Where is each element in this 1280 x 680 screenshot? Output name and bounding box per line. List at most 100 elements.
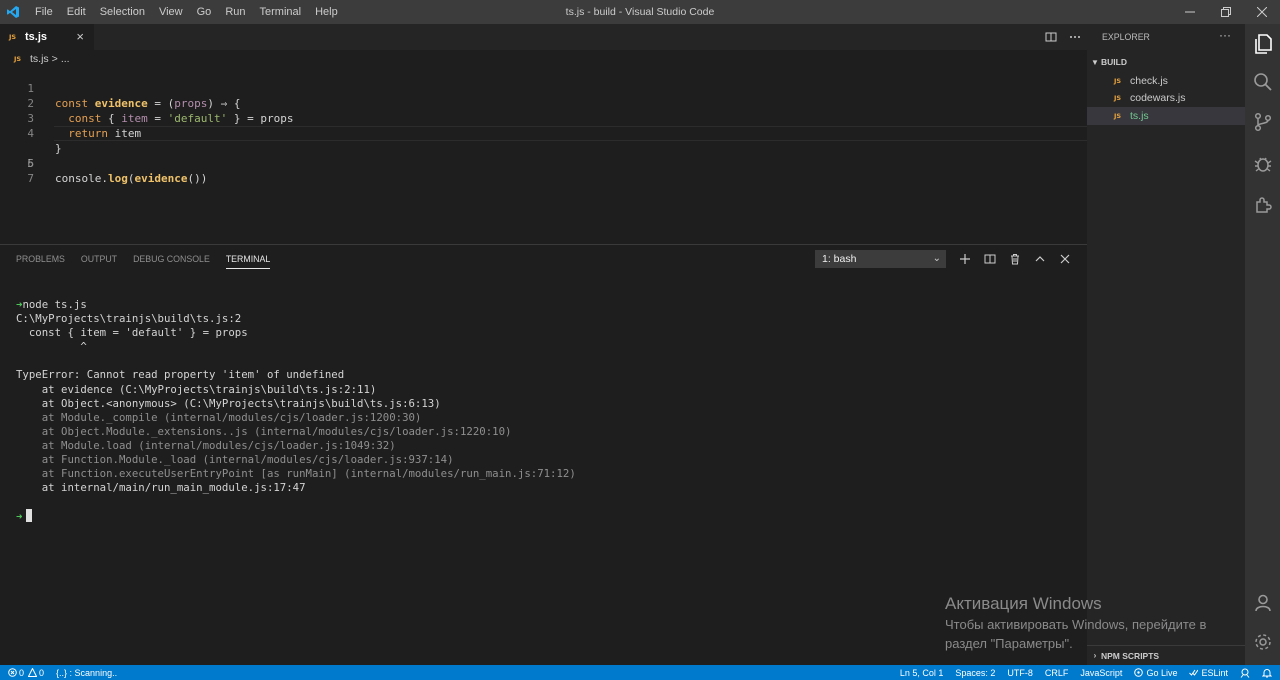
terminal-line: at Module.load (internal/modules/cjs/loa… bbox=[16, 438, 396, 452]
file-ts-js[interactable]: JS ts.js bbox=[1087, 107, 1245, 125]
manage-button[interactable] bbox=[1245, 624, 1280, 660]
files-icon bbox=[1254, 34, 1272, 54]
current-line-highlight bbox=[54, 126, 1087, 141]
close-panel-button[interactable] bbox=[1052, 250, 1077, 268]
split-terminal-icon bbox=[984, 254, 995, 264]
breadcrumb-symbols[interactable]: ... bbox=[61, 53, 70, 65]
terminal-line: at Object.<anonymous> (C:\MyProjects\tra… bbox=[16, 396, 441, 410]
terminal-line: at Object.Module._extensions..js (intern… bbox=[16, 424, 512, 438]
file-label: ts.js bbox=[1130, 109, 1149, 122]
tab-terminal[interactable]: TERMINAL bbox=[218, 245, 278, 273]
code-line: 7 bbox=[0, 156, 1087, 185]
split-editor-button[interactable] bbox=[1039, 24, 1063, 50]
broadcast-icon bbox=[1134, 668, 1144, 677]
folder-build[interactable]: ▼ BUILD bbox=[1087, 52, 1245, 72]
tab-close-icon[interactable]: × bbox=[76, 29, 84, 44]
maximize-panel-button[interactable] bbox=[1027, 250, 1052, 268]
menu-file[interactable]: File bbox=[28, 0, 60, 24]
more-icon bbox=[1070, 36, 1080, 38]
minimize-button[interactable] bbox=[1172, 0, 1208, 24]
file-label: check.js bbox=[1130, 74, 1168, 87]
terminal-line: C:\MyProjects\trainjs\build\ts.js:2 bbox=[16, 312, 242, 326]
terminal-line: const { item = 'default' } = props bbox=[16, 326, 248, 340]
close-window-button[interactable] bbox=[1244, 0, 1280, 24]
window-controls bbox=[1172, 0, 1280, 24]
title-bar: File Edit Selection View Go Run Terminal… bbox=[0, 0, 1280, 24]
file-check-js[interactable]: JS check.js bbox=[1087, 72, 1245, 90]
menu-view[interactable]: View bbox=[152, 0, 190, 24]
minimize-icon bbox=[1185, 11, 1195, 13]
scanning-status[interactable]: {..} : Scanning.. bbox=[56, 668, 117, 678]
menu-edit[interactable]: Edit bbox=[60, 0, 93, 24]
language-mode[interactable]: JavaScript bbox=[1080, 668, 1122, 678]
terminal-line: TypeError: Cannot read property 'item' o… bbox=[16, 368, 345, 382]
go-live-label: Go Live bbox=[1146, 667, 1178, 678]
go-live-button[interactable]: Go Live bbox=[1134, 668, 1177, 678]
status-right: Ln 5, Col 1 Spaces: 2 UTF-8 CRLF JavaScr… bbox=[888, 665, 1272, 680]
menu-selection[interactable]: Selection bbox=[93, 0, 152, 24]
explorer-sidebar: EXPLORER ··· ▼ BUILD JS check.js JS code… bbox=[1087, 24, 1245, 665]
feedback-button[interactable] bbox=[1240, 668, 1250, 678]
restore-icon bbox=[1221, 7, 1231, 17]
more-actions-button[interactable] bbox=[1063, 24, 1087, 50]
source-control-icon bbox=[1254, 112, 1271, 132]
tab-debug-console[interactable]: DEBUG CONSOLE bbox=[125, 245, 218, 273]
editor-area: JS ts.js × JS ts.js > ... 1 const eviden… bbox=[0, 24, 1087, 244]
plus-icon bbox=[959, 254, 970, 264]
extensions-button[interactable] bbox=[1245, 186, 1280, 222]
explorer-button[interactable] bbox=[1245, 26, 1280, 62]
end-of-line[interactable]: CRLF bbox=[1045, 668, 1069, 678]
terminal-output[interactable]: ➜node ts.js C:\MyProjects\trainjs\build\… bbox=[16, 298, 576, 524]
terminal-line: at Function.executeUserEntryPoint [as ru… bbox=[16, 467, 576, 481]
terminal-line: at Function.Module._load (internal/modul… bbox=[16, 453, 454, 467]
file-codewars-js[interactable]: JS codewars.js bbox=[1087, 90, 1245, 108]
code-line: 1 const evidence = (props) ⇒ { bbox=[0, 66, 1087, 110]
terminal-select[interactable]: 1: bash ⌄ bbox=[815, 250, 946, 268]
indentation[interactable]: Spaces: 2 bbox=[955, 668, 995, 678]
tab-problems[interactable]: PROBLEMS bbox=[8, 245, 73, 273]
chevron-down-icon: ⌄ bbox=[932, 253, 941, 264]
debug-icon bbox=[1254, 157, 1271, 172]
chevron-down-icon: ▼ bbox=[1091, 57, 1099, 67]
problems-status[interactable]: 0 0 bbox=[8, 668, 44, 678]
error-icon bbox=[8, 668, 17, 677]
editor-actions bbox=[1039, 24, 1087, 50]
more-icon[interactable]: ··· bbox=[1219, 28, 1231, 42]
restore-button[interactable] bbox=[1208, 0, 1244, 24]
split-terminal-button[interactable] bbox=[977, 250, 1002, 268]
folder-label: BUILD bbox=[1101, 57, 1127, 67]
encoding[interactable]: UTF-8 bbox=[1007, 668, 1033, 678]
editor-tab-bar: JS ts.js × bbox=[0, 24, 1087, 50]
menu-help[interactable]: Help bbox=[308, 0, 345, 24]
panel-actions bbox=[952, 250, 1077, 268]
split-editor-icon bbox=[1045, 32, 1057, 42]
search-button[interactable] bbox=[1245, 64, 1280, 100]
kill-terminal-button[interactable] bbox=[1002, 250, 1027, 268]
breadcrumb-separator: > bbox=[51, 53, 58, 65]
trash-icon bbox=[1010, 254, 1019, 265]
source-control-button[interactable] bbox=[1245, 104, 1280, 140]
tab-output[interactable]: OUTPUT bbox=[73, 245, 125, 273]
new-terminal-button[interactable] bbox=[952, 250, 977, 268]
bottom-panel: PROBLEMS OUTPUT DEBUG CONSOLE TERMINAL 1… bbox=[0, 244, 1087, 665]
activity-bar bbox=[1245, 24, 1280, 665]
accounts-button[interactable] bbox=[1245, 585, 1280, 621]
eslint-status[interactable]: ESLint bbox=[1189, 668, 1228, 678]
extensions-icon bbox=[1255, 197, 1272, 213]
tab-ts-js[interactable]: JS ts.js × bbox=[0, 24, 94, 50]
breadcrumb-file[interactable]: ts.js bbox=[30, 53, 49, 65]
menu-run[interactable]: Run bbox=[218, 0, 252, 24]
js-file-icon: JS bbox=[9, 33, 17, 41]
terminal-prompt-line: ➜ bbox=[16, 509, 576, 523]
code-editor[interactable]: 1 const evidence = (props) ⇒ { 2 const {… bbox=[0, 66, 1087, 185]
windows-activation-watermark: Активация Windows Чтобы активировать Win… bbox=[945, 593, 1245, 653]
close-icon bbox=[1257, 7, 1267, 17]
notifications-button[interactable] bbox=[1262, 668, 1272, 678]
menu-go[interactable]: Go bbox=[190, 0, 219, 24]
watermark-title: Активация Windows bbox=[945, 594, 1102, 613]
js-file-icon: JS bbox=[14, 55, 22, 63]
run-debug-button[interactable] bbox=[1245, 146, 1280, 182]
cursor-position[interactable]: Ln 5, Col 1 bbox=[900, 668, 944, 678]
menu-terminal[interactable]: Terminal bbox=[253, 0, 309, 24]
